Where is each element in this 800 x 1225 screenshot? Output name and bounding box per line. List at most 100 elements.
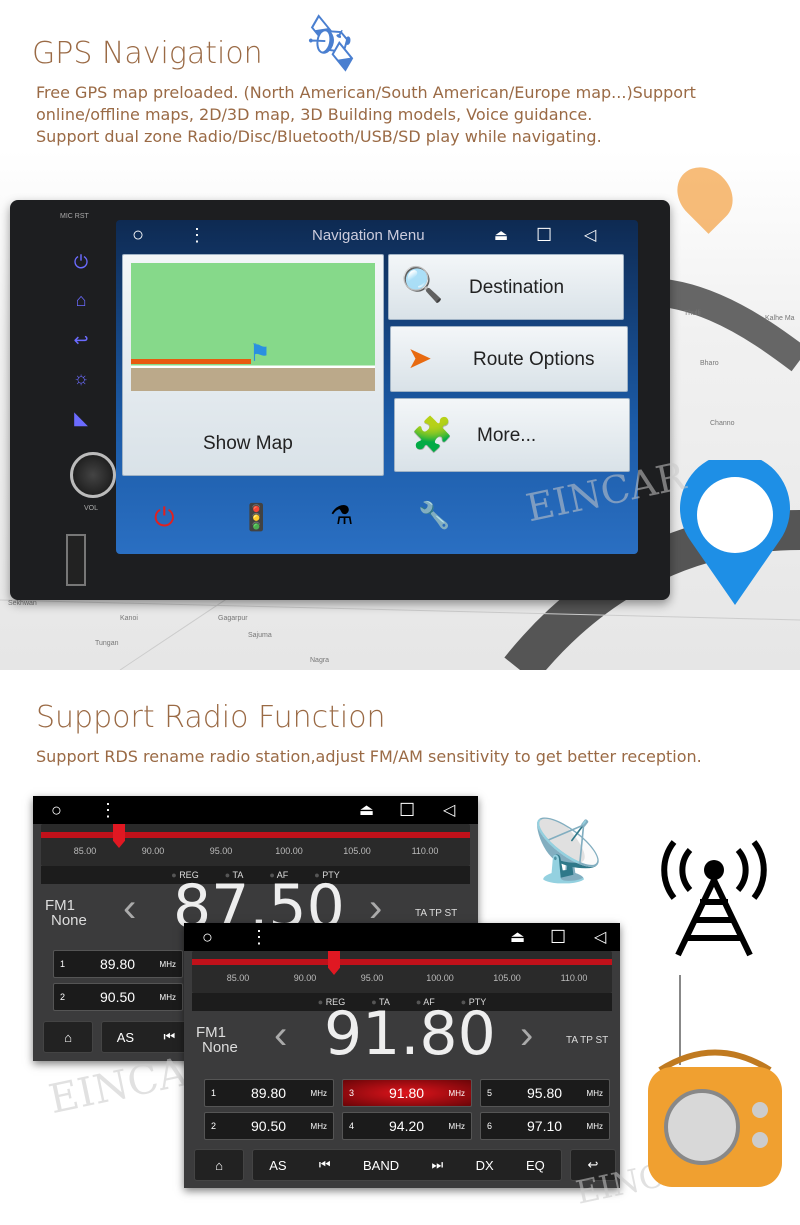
gps-desc-line: Free GPS map preloaded. (North American/… <box>36 83 696 102</box>
home-button[interactable]: ⌂ <box>43 1021 93 1053</box>
prev-track-icon[interactable]: ⏮ <box>319 1157 331 1173</box>
band-button[interactable]: BAND <box>363 1158 399 1173</box>
vol-label: VOL <box>84 505 99 512</box>
next-arrow-icon[interactable]: › <box>520 1013 533 1058</box>
scale-tick: 105.00 <box>493 973 521 983</box>
preset-button[interactable]: 1 89.80 MHz <box>204 1079 334 1107</box>
menu-dots-icon[interactable]: ⋮ <box>188 225 206 246</box>
eq-button[interactable]: EQ <box>526 1158 545 1173</box>
gps-desc-line: Support dual zone Radio/Disc/Bluetooth/U… <box>36 127 602 146</box>
destination-tile[interactable]: 🔍 Destination <box>388 254 624 320</box>
mic-rst-label: MIC RST <box>60 213 89 220</box>
brightness-icon[interactable]: ☼ <box>66 368 96 389</box>
prev-arrow-icon[interactable]: ‹ <box>274 1013 287 1058</box>
map-label: Sajuma <box>248 632 272 639</box>
back-triangle-icon[interactable]: ◁ <box>584 225 596 245</box>
map-label: Thulli <box>684 310 701 317</box>
preset-button[interactable]: 2 90.50 MHz <box>53 983 183 1011</box>
home-circle-icon[interactable]: ○ <box>202 927 213 948</box>
tuning-scale[interactable]: 85.00 90.00 95.00 100.00 105.00 110.00 <box>41 824 470 866</box>
map-preview: ⚑ <box>131 263 375 391</box>
preset-button[interactable]: 2 90.50 MHz <box>204 1112 334 1140</box>
back-triangle-icon[interactable]: ◁ <box>443 800 455 820</box>
scale-tick: 110.00 <box>560 973 588 983</box>
show-map-tile[interactable]: ⚑ Show Map <box>122 254 384 476</box>
frequency-display: 91.80 <box>324 999 496 1069</box>
prev-arrow-icon[interactable]: ‹ <box>123 886 136 931</box>
control-bar: AS ⏮ BAND ⏭ DX EQ <box>252 1149 562 1181</box>
as-button[interactable]: AS ⏮ <box>101 1021 191 1053</box>
preset-button-active[interactable]: 3 91.80 MHz <box>342 1079 472 1107</box>
menu-dots-icon[interactable]: ⋮ <box>99 800 117 821</box>
ta-tp-st-indicators: TA TP ST <box>415 908 458 919</box>
dx-button[interactable]: DX <box>476 1158 494 1173</box>
home-button[interactable]: ⌂ <box>194 1149 244 1181</box>
usb-port <box>66 534 86 586</box>
scale-tick: 95.00 <box>360 973 384 983</box>
as-button[interactable]: AS <box>269 1158 286 1173</box>
preset-button[interactable]: 4 94.20 MHz <box>342 1112 472 1140</box>
tuning-scale[interactable]: 85.00 90.00 95.00 100.00 105.00 110.00 <box>192 951 612 993</box>
ta-tp-st-indicators: TA TP ST <box>566 1035 609 1046</box>
route-options-tile[interactable]: ➤ Route Options <box>390 326 628 392</box>
status-bar: ○ ⋮ Navigation Menu ⏏ ☐ ◁ <box>116 220 638 250</box>
puzzle-icon: 🧩 <box>411 416 454 454</box>
magnifier-icon: 🔍 <box>401 266 444 304</box>
scale-tick: 100.00 <box>275 846 303 856</box>
recent-apps-icon[interactable]: ☐ <box>536 225 552 246</box>
scale-tick: 85.00 <box>226 973 250 983</box>
scale-tick: 85.00 <box>73 846 97 856</box>
preset-button[interactable]: 5 95.80 MHz <box>480 1079 610 1107</box>
gps-title: GPS Navigation <box>32 36 263 71</box>
back-icon[interactable]: ↩ <box>66 330 96 351</box>
flask-icon[interactable]: ⚗ <box>330 500 353 531</box>
gps-desc-line: online/offline maps, 2D/3D map, 3D Build… <box>36 105 593 124</box>
radio-title: Support Radio Function <box>36 700 386 735</box>
power-icon[interactable]: ⏻ <box>66 252 96 273</box>
route-options-label: Route Options <box>473 349 595 370</box>
satellite-icon: 🛰 <box>290 2 374 84</box>
preset-button[interactable]: 6 97.10 MHz <box>480 1112 610 1140</box>
map-label: Tungan <box>95 640 119 647</box>
scale-tick: 90.00 <box>293 973 317 983</box>
retro-radio-icon <box>648 975 782 1187</box>
back-triangle-icon[interactable]: ◁ <box>594 927 606 947</box>
eject-icon[interactable]: ⏏ <box>359 800 374 820</box>
radio-desc: Support RDS rename radio station,adjust … <box>36 747 702 766</box>
band-label: FM1 <box>196 1024 226 1041</box>
map-label: Bharo <box>700 360 719 367</box>
map-label: Sekhwan <box>8 600 37 607</box>
map-label: Nagra <box>310 657 330 664</box>
map-label: Kanoi <box>120 615 138 622</box>
eject-icon[interactable]: ⏏ <box>494 226 508 244</box>
scale-tick: 95.00 <box>209 846 233 856</box>
tuning-needle[interactable] <box>113 824 125 848</box>
scale-tick: 100.00 <box>426 973 454 983</box>
destination-label: Destination <box>469 277 565 298</box>
preset-button[interactable]: 1 89.80 MHz <box>53 950 183 978</box>
volume-knob[interactable] <box>70 452 116 498</box>
more-tile[interactable]: 🧩 More... <box>394 398 630 472</box>
scale-tick: 105.00 <box>343 846 371 856</box>
map-label: Kalhe Ma <box>765 315 795 322</box>
eject-icon[interactable]: ⏏ <box>510 927 525 947</box>
radio-screen-front: ○ ⋮ ⏏ ☐ ◁ 85.00 90.00 95.00 100.00 105.0… <box>184 923 620 1188</box>
show-map-label: Show Map <box>203 433 293 454</box>
menu-dots-icon[interactable]: ⋮ <box>250 927 268 948</box>
tuning-needle[interactable] <box>328 951 340 975</box>
scale-tick: 110.00 <box>411 846 439 856</box>
recent-apps-icon[interactable]: ☐ <box>399 800 415 821</box>
home-circle-icon[interactable]: ○ <box>132 224 144 247</box>
recent-apps-icon[interactable]: ☐ <box>550 927 566 948</box>
scale-tick: 90.00 <box>141 846 165 856</box>
next-track-icon[interactable]: ⏭ <box>431 1157 443 1173</box>
navigation-icon[interactable]: ◣ <box>66 408 96 429</box>
tools-icon[interactable]: 🔧 <box>418 500 450 531</box>
band-label: FM1 <box>45 897 75 914</box>
antenna-watermark-icon: 📡 <box>530 817 605 884</box>
home-icon[interactable]: ⌂ <box>66 290 96 311</box>
power-icon[interactable]: ⏻ <box>154 502 175 534</box>
traffic-info-icon[interactable]: 🚦 <box>240 502 272 533</box>
map-label: Gagarpur <box>218 615 248 622</box>
home-circle-icon[interactable]: ○ <box>51 800 62 821</box>
